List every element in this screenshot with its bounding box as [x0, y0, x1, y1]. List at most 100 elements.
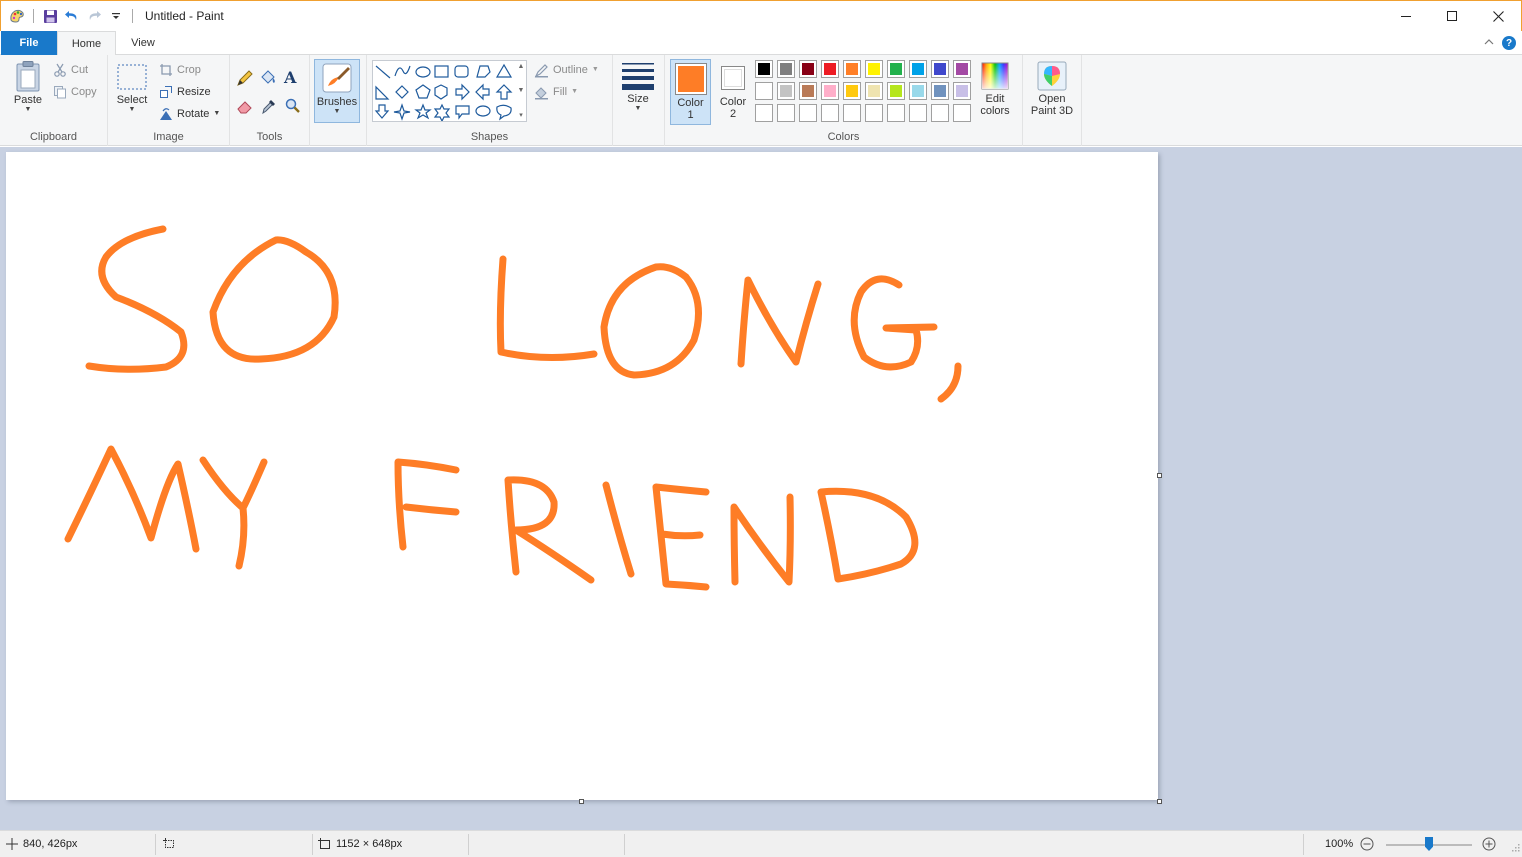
palette-swatch-empty[interactable] — [843, 104, 861, 122]
palette-swatch[interactable] — [865, 60, 883, 78]
palette-swatch[interactable] — [799, 82, 817, 100]
palette-swatch[interactable] — [777, 60, 795, 78]
shapes-scroll[interactable]: ▲ ▼ ▾ — [517, 63, 525, 119]
edit-colors-button[interactable]: Edit colors — [975, 61, 1015, 117]
paste-button[interactable]: Paste ▼ — [8, 60, 48, 114]
outline-button[interactable]: Outline ▼ — [534, 61, 599, 79]
outline-icon — [534, 63, 548, 77]
window-resize-grip-icon[interactable] — [1510, 842, 1520, 855]
select-button[interactable]: Select ▼ — [114, 63, 150, 114]
tab-home[interactable]: Home — [57, 31, 116, 56]
text-tool-icon[interactable]: A — [284, 68, 296, 87]
palette-swatch[interactable] — [755, 82, 773, 100]
color-picker-icon[interactable] — [260, 97, 278, 118]
palette-swatch-empty[interactable] — [909, 104, 927, 122]
fill-button[interactable]: Fill ▼ — [534, 83, 578, 101]
palette-swatch[interactable] — [931, 60, 949, 78]
palette-swatch[interactable] — [821, 60, 839, 78]
customize-qat-chevron-icon[interactable] — [108, 8, 124, 24]
status-divider-3 — [468, 834, 469, 855]
fill-bucket-icon[interactable] — [259, 68, 277, 89]
color1-fill — [677, 66, 704, 92]
rotate-button[interactable]: Rotate ▼ — [159, 105, 220, 123]
paint-app-icon[interactable] — [9, 8, 25, 24]
brushes-button[interactable]: Brushes ▼ — [314, 59, 360, 123]
resize-handle-corner[interactable] — [1157, 799, 1162, 804]
eraser-icon[interactable] — [236, 97, 254, 118]
scissors-icon — [54, 63, 66, 77]
palette-swatch-empty[interactable] — [865, 104, 883, 122]
cursor-crosshair-icon — [6, 838, 18, 850]
help-icon[interactable]: ? — [1502, 36, 1516, 50]
qat-divider — [33, 9, 34, 23]
palette-swatch-empty[interactable] — [931, 104, 949, 122]
group-shapes: ▲ ▼ ▾ Outline ▼ Fill ▼ Shapes — [367, 55, 613, 146]
edit-colors-label-line1: Edit — [985, 93, 1005, 105]
palette-swatch-empty[interactable] — [887, 104, 905, 122]
palette-swatch[interactable] — [865, 82, 883, 100]
tab-file[interactable]: File — [1, 31, 57, 55]
palette-swatch-empty[interactable] — [953, 104, 971, 122]
redo-icon[interactable] — [86, 8, 102, 24]
palette-swatch-fill — [934, 63, 946, 75]
palette-swatch[interactable] — [909, 60, 927, 78]
shapes-scroll-up-icon[interactable]: ▲ — [518, 63, 525, 70]
shapes-gallery[interactable] — [372, 60, 527, 123]
color2-fill — [724, 69, 742, 87]
palette-swatch[interactable] — [755, 60, 773, 78]
color-palette — [755, 60, 975, 126]
cut-button[interactable]: Cut — [53, 61, 88, 79]
maximize-button[interactable] — [1429, 1, 1475, 31]
palette-swatch[interactable] — [909, 82, 927, 100]
palette-swatch-empty[interactable] — [777, 104, 795, 122]
undo-icon[interactable] — [64, 8, 80, 24]
open-paint3d-button[interactable]: Open Paint 3D — [1026, 61, 1078, 117]
resize-handle-bottom[interactable] — [579, 799, 584, 804]
close-button[interactable] — [1475, 1, 1521, 31]
group-brushes: Brushes ▼ — [310, 55, 367, 146]
palette-swatch[interactable] — [821, 82, 839, 100]
palette-swatch[interactable] — [799, 60, 817, 78]
palette-swatch[interactable] — [843, 60, 861, 78]
palette-swatch-empty[interactable] — [821, 104, 839, 122]
zoom-in-button[interactable] — [1482, 831, 1496, 857]
size-label: Size — [627, 93, 649, 105]
collapse-ribbon-chevron-icon[interactable] — [1484, 37, 1494, 49]
image-size: 1152 × 648px — [318, 831, 402, 857]
resize-handle-right[interactable] — [1157, 473, 1162, 478]
pencil-icon[interactable] — [236, 69, 254, 90]
zoom-slider-thumb[interactable] — [1425, 837, 1433, 851]
save-icon[interactable] — [42, 8, 58, 24]
shapes-expand-icon[interactable]: ▾ — [519, 111, 523, 119]
color1-button[interactable]: Color 1 — [670, 59, 711, 125]
size-button[interactable]: Size ▼ — [619, 61, 657, 113]
palette-swatch[interactable] — [843, 82, 861, 100]
palette-swatch[interactable] — [777, 82, 795, 100]
palette-swatch-empty[interactable] — [755, 104, 773, 122]
copy-label: Copy — [71, 86, 97, 98]
tab-view[interactable]: View — [116, 31, 170, 55]
color2-button[interactable]: Color 2 — [714, 59, 752, 125]
magnifier-icon[interactable] — [284, 97, 302, 118]
minimize-button[interactable] — [1383, 1, 1429, 31]
copy-button[interactable]: Copy — [53, 83, 97, 101]
color1-swatch — [674, 63, 707, 95]
palette-swatch[interactable] — [887, 82, 905, 100]
palette-swatch[interactable] — [887, 60, 905, 78]
paste-dropdown-arrow: ▼ — [24, 106, 32, 113]
colors-group-label: Colors — [827, 131, 860, 143]
paint3d-icon — [1037, 61, 1067, 91]
palette-swatch-fill — [868, 63, 880, 75]
palette-swatch[interactable] — [931, 82, 949, 100]
palette-swatch-fill — [912, 63, 924, 75]
copy-icon — [54, 86, 66, 99]
zoom-out-button[interactable] — [1360, 831, 1374, 857]
select-label: Select — [116, 94, 148, 106]
crop-button[interactable]: Crop — [159, 61, 201, 79]
shapes-scroll-down-icon[interactable]: ▼ — [518, 87, 525, 94]
resize-button[interactable]: Resize — [159, 83, 211, 101]
palette-swatch-empty[interactable] — [799, 104, 817, 122]
palette-swatch[interactable] — [953, 60, 971, 78]
palette-swatch[interactable] — [953, 82, 971, 100]
drawing-canvas[interactable] — [6, 152, 1158, 800]
